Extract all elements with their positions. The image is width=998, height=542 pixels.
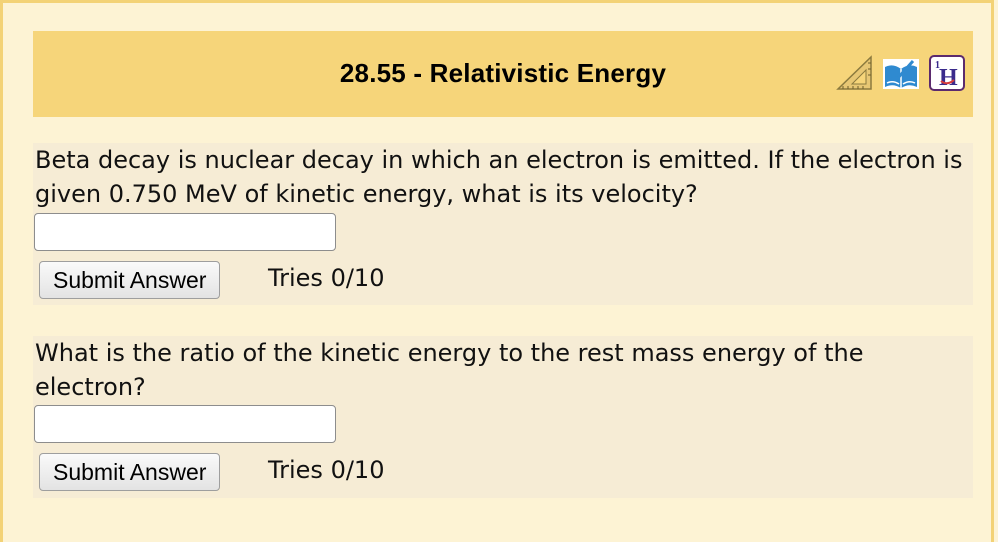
problem-frame: 28.55 - Relativistic Energy 1 H Beta dec… bbox=[0, 0, 994, 542]
ruler-triangle-icon[interactable] bbox=[835, 53, 875, 93]
question-text: Beta decay is nuclear decay in which an … bbox=[35, 146, 963, 208]
svg-text:H: H bbox=[939, 65, 958, 91]
book-icon[interactable] bbox=[881, 53, 921, 93]
answer-input[interactable] bbox=[34, 213, 336, 251]
submit-answer-button[interactable]: Submit Answer bbox=[39, 453, 221, 491]
question-part-2: What is the ratio of the kinetic energy … bbox=[33, 336, 973, 498]
hint-icon[interactable]: 1 H bbox=[927, 53, 967, 93]
header-icons: 1 H bbox=[835, 53, 967, 93]
problem-header: 28.55 - Relativistic Energy 1 H bbox=[33, 31, 973, 117]
tries-counter: Tries 0/10 bbox=[268, 264, 385, 292]
answer-input[interactable] bbox=[34, 405, 336, 443]
question-part-1: Beta decay is nuclear decay in which an … bbox=[33, 143, 973, 305]
tries-counter: Tries 0/10 bbox=[268, 456, 385, 484]
problem-title: 28.55 - Relativistic Energy bbox=[339, 58, 667, 88]
submit-answer-button[interactable]: Submit Answer bbox=[39, 261, 221, 299]
question-text: What is the ratio of the kinetic energy … bbox=[35, 339, 864, 401]
